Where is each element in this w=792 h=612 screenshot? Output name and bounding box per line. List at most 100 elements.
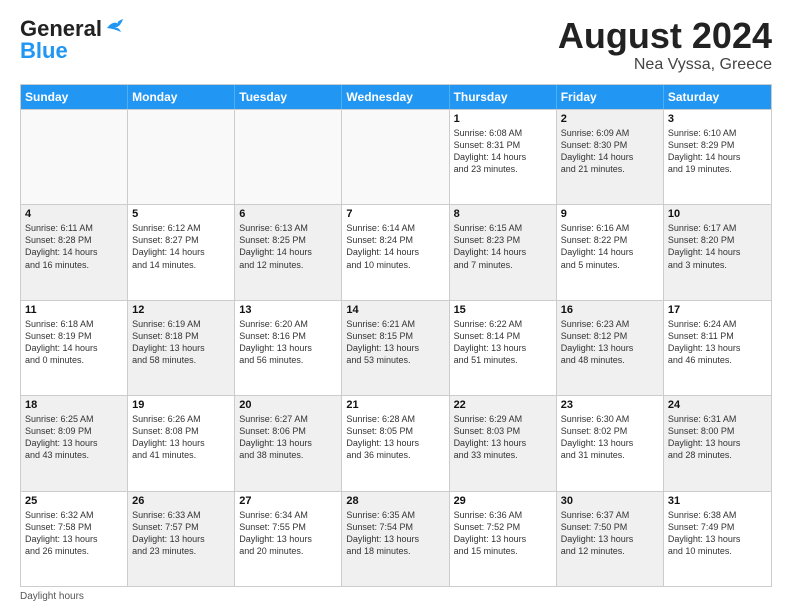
day-number: 3 xyxy=(668,113,767,125)
calendar-day-cell: 25Sunrise: 6:32 AM Sunset: 7:58 PM Dayli… xyxy=(21,492,128,586)
calendar-day-cell: 20Sunrise: 6:27 AM Sunset: 8:06 PM Dayli… xyxy=(235,396,342,490)
calendar-day-cell: 10 Sunrise: 6:17 AM Sunset: 8:20 PM Dayli… xyxy=(664,205,771,299)
day-info: Sunrise: 6:21 AM Sunset: 8:15 PM Dayligh… xyxy=(346,318,444,367)
page: General Blue August 2024 Nea Vyssa, Gree… xyxy=(0,0,792,612)
calendar-day-cell: 9Sunrise: 6:16 AM Sunset: 8:22 PM Daylig… xyxy=(557,205,664,299)
day-number: 2 xyxy=(561,113,659,125)
day-number: 22 xyxy=(454,399,552,411)
day-info: Sunrise: 6:16 AM Sunset: 8:22 PM Dayligh… xyxy=(561,222,659,271)
day-number: 12 xyxy=(132,304,230,316)
day-number: 29 xyxy=(454,495,552,507)
day-info: Sunrise: 6:24 AM Sunset: 8:11 PM Dayligh… xyxy=(668,318,767,367)
location: Nea Vyssa, Greece xyxy=(558,56,772,74)
calendar-body: 1 Sunrise: 6:08 AM Sunset: 8:31 PM Daylig… xyxy=(21,109,771,586)
calendar-header-cell: Monday xyxy=(128,85,235,109)
day-number: 24 xyxy=(668,399,767,411)
calendar-day-cell: 31 Sunrise: 6:38 AM Sunset: 7:49 PM Dayli… xyxy=(664,492,771,586)
day-number: 17 xyxy=(668,304,767,316)
day-info: Sunrise: 6:18 AM Sunset: 8:19 PM Dayligh… xyxy=(25,318,123,367)
day-number: 7 xyxy=(346,208,444,220)
calendar-day-cell: 28 Sunrise: 6:35 AM Sunset: 7:54 PM Dayli… xyxy=(342,492,449,586)
day-info: Sunrise: 6:12 AM Sunset: 8:27 PM Dayligh… xyxy=(132,222,230,271)
calendar-week-row: 11 Sunrise: 6:18 AM Sunset: 8:19 PM Dayli… xyxy=(21,300,771,395)
calendar-day-cell: 24 Sunrise: 6:31 AM Sunset: 8:00 PM Dayli… xyxy=(664,396,771,490)
calendar-day-cell: 7 Sunrise: 6:14 AM Sunset: 8:24 PM Daylig… xyxy=(342,205,449,299)
calendar-day-cell: 11 Sunrise: 6:18 AM Sunset: 8:19 PM Dayli… xyxy=(21,301,128,395)
logo-blue-text: Blue xyxy=(20,38,68,64)
calendar-day-cell: 3 Sunrise: 6:10 AM Sunset: 8:29 PM Daylig… xyxy=(664,110,771,204)
day-info: Sunrise: 6:38 AM Sunset: 7:49 PM Dayligh… xyxy=(668,509,767,558)
calendar-day-cell: 4Sunrise: 6:11 AM Sunset: 8:28 PM Daylig… xyxy=(21,205,128,299)
calendar-day-cell: 5 Sunrise: 6:12 AM Sunset: 8:27 PM Daylig… xyxy=(128,205,235,299)
day-number: 11 xyxy=(25,304,123,316)
calendar-day-cell: 27Sunrise: 6:34 AM Sunset: 7:55 PM Dayli… xyxy=(235,492,342,586)
calendar: SundayMondayTuesdayWednesdayThursdayFrid… xyxy=(20,84,772,587)
header: General Blue August 2024 Nea Vyssa, Gree… xyxy=(20,16,772,74)
day-number: 18 xyxy=(25,399,123,411)
calendar-header: SundayMondayTuesdayWednesdayThursdayFrid… xyxy=(21,85,771,109)
day-number: 16 xyxy=(561,304,659,316)
day-info: Sunrise: 6:23 AM Sunset: 8:12 PM Dayligh… xyxy=(561,318,659,367)
day-number: 14 xyxy=(346,304,444,316)
day-info: Sunrise: 6:11 AM Sunset: 8:28 PM Dayligh… xyxy=(25,222,123,271)
day-info: Sunrise: 6:37 AM Sunset: 7:50 PM Dayligh… xyxy=(561,509,659,558)
calendar-day-cell: 8 Sunrise: 6:15 AM Sunset: 8:23 PM Daylig… xyxy=(450,205,557,299)
month-year: August 2024 xyxy=(558,16,772,56)
day-info: Sunrise: 6:35 AM Sunset: 7:54 PM Dayligh… xyxy=(346,509,444,558)
calendar-header-cell: Tuesday xyxy=(235,85,342,109)
day-number: 30 xyxy=(561,495,659,507)
day-number: 13 xyxy=(239,304,337,316)
calendar-day-cell: 16 Sunrise: 6:23 AM Sunset: 8:12 PM Dayli… xyxy=(557,301,664,395)
calendar-day-cell xyxy=(235,110,342,204)
calendar-day-cell xyxy=(342,110,449,204)
logo-bird-icon xyxy=(105,18,127,36)
day-info: Sunrise: 6:31 AM Sunset: 8:00 PM Dayligh… xyxy=(668,413,767,462)
day-number: 31 xyxy=(668,495,767,507)
calendar-day-cell xyxy=(128,110,235,204)
day-number: 25 xyxy=(25,495,123,507)
day-info: Sunrise: 6:25 AM Sunset: 8:09 PM Dayligh… xyxy=(25,413,123,462)
day-info: Sunrise: 6:28 AM Sunset: 8:05 PM Dayligh… xyxy=(346,413,444,462)
day-info: Sunrise: 6:17 AM Sunset: 8:20 PM Dayligh… xyxy=(668,222,767,271)
day-number: 1 xyxy=(454,113,552,125)
day-number: 28 xyxy=(346,495,444,507)
calendar-day-cell: 19 Sunrise: 6:26 AM Sunset: 8:08 PM Dayli… xyxy=(128,396,235,490)
day-info: Sunrise: 6:08 AM Sunset: 8:31 PM Dayligh… xyxy=(454,127,552,176)
calendar-day-cell: 18 Sunrise: 6:25 AM Sunset: 8:09 PM Dayli… xyxy=(21,396,128,490)
day-info: Sunrise: 6:10 AM Sunset: 8:29 PM Dayligh… xyxy=(668,127,767,176)
day-number: 26 xyxy=(132,495,230,507)
day-number: 23 xyxy=(561,399,659,411)
day-info: Sunrise: 6:26 AM Sunset: 8:08 PM Dayligh… xyxy=(132,413,230,462)
day-number: 15 xyxy=(454,304,552,316)
logo: General Blue xyxy=(20,16,127,64)
day-info: Sunrise: 6:20 AM Sunset: 8:16 PM Dayligh… xyxy=(239,318,337,367)
day-number: 19 xyxy=(132,399,230,411)
day-info: Sunrise: 6:29 AM Sunset: 8:03 PM Dayligh… xyxy=(454,413,552,462)
day-number: 10 xyxy=(668,208,767,220)
day-info: Sunrise: 6:33 AM Sunset: 7:57 PM Dayligh… xyxy=(132,509,230,558)
day-info: Sunrise: 6:15 AM Sunset: 8:23 PM Dayligh… xyxy=(454,222,552,271)
day-info: Sunrise: 6:30 AM Sunset: 8:02 PM Dayligh… xyxy=(561,413,659,462)
calendar-day-cell: 22 Sunrise: 6:29 AM Sunset: 8:03 PM Dayli… xyxy=(450,396,557,490)
day-number: 5 xyxy=(132,208,230,220)
calendar-week-row: 4Sunrise: 6:11 AM Sunset: 8:28 PM Daylig… xyxy=(21,204,771,299)
calendar-day-cell xyxy=(21,110,128,204)
day-info: Sunrise: 6:22 AM Sunset: 8:14 PM Dayligh… xyxy=(454,318,552,367)
day-number: 20 xyxy=(239,399,337,411)
day-info: Sunrise: 6:36 AM Sunset: 7:52 PM Dayligh… xyxy=(454,509,552,558)
day-number: 6 xyxy=(239,208,337,220)
day-info: Sunrise: 6:13 AM Sunset: 8:25 PM Dayligh… xyxy=(239,222,337,271)
calendar-day-cell: 1 Sunrise: 6:08 AM Sunset: 8:31 PM Daylig… xyxy=(450,110,557,204)
day-info: Sunrise: 6:14 AM Sunset: 8:24 PM Dayligh… xyxy=(346,222,444,271)
calendar-day-cell: 6 Sunrise: 6:13 AM Sunset: 8:25 PM Daylig… xyxy=(235,205,342,299)
calendar-day-cell: 21Sunrise: 6:28 AM Sunset: 8:05 PM Dayli… xyxy=(342,396,449,490)
footer-note: Daylight hours xyxy=(20,591,772,602)
calendar-header-cell: Saturday xyxy=(664,85,771,109)
day-info: Sunrise: 6:19 AM Sunset: 8:18 PM Dayligh… xyxy=(132,318,230,367)
calendar-day-cell: 29 Sunrise: 6:36 AM Sunset: 7:52 PM Dayli… xyxy=(450,492,557,586)
calendar-week-row: 18 Sunrise: 6:25 AM Sunset: 8:09 PM Dayli… xyxy=(21,395,771,490)
calendar-header-cell: Wednesday xyxy=(342,85,449,109)
day-number: 8 xyxy=(454,208,552,220)
calendar-week-row: 1 Sunrise: 6:08 AM Sunset: 8:31 PM Daylig… xyxy=(21,109,771,204)
calendar-week-row: 25Sunrise: 6:32 AM Sunset: 7:58 PM Dayli… xyxy=(21,491,771,586)
